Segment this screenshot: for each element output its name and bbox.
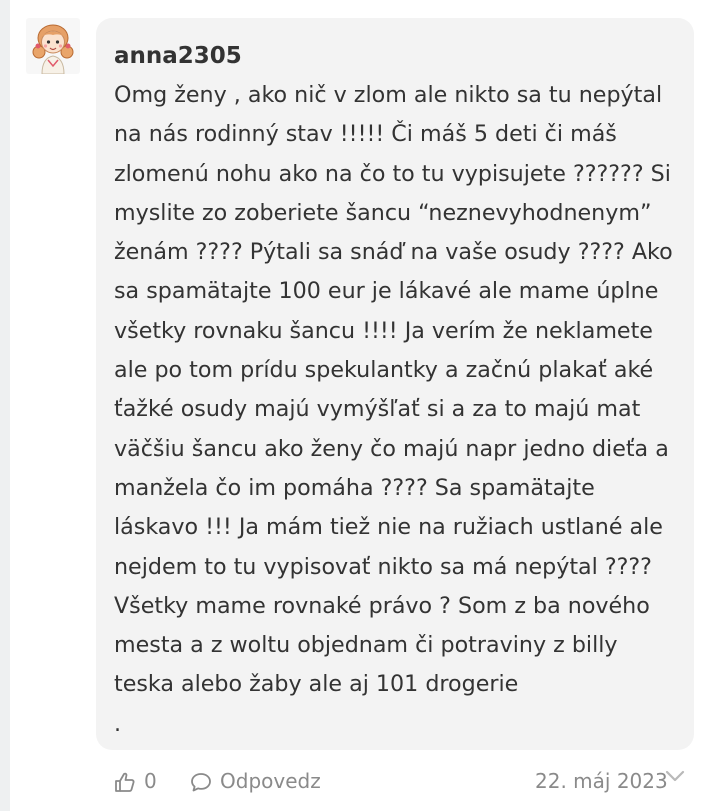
- comment-text-line: nejdem to tu vypisovať nikto sa má nepýt…: [114, 553, 652, 580]
- chevron-down-icon[interactable]: [664, 768, 686, 784]
- comment-username[interactable]: anna2305: [114, 40, 242, 72]
- comment-text-line: teska alebo žaby ale aj 101 drogerie: [114, 671, 519, 698]
- comment-text-line: väčšiu šancu ako ženy čo majú napr jedno…: [114, 435, 669, 462]
- comment-text-line: .: [114, 710, 122, 737]
- comment-text-line: láskavo !!! Ja mám tiež nie na ružiach u…: [114, 514, 663, 541]
- comment-text-line: všetky rovnaku šancu !!!! Ja verím že ne…: [114, 317, 653, 344]
- comment-text-line: Omg ženy , ako nič v zlom ale nikto sa t…: [114, 82, 663, 108]
- thumbs-up-icon[interactable]: [114, 771, 136, 793]
- speech-bubble-icon[interactable]: [190, 771, 212, 793]
- girl-avatar-icon: [32, 24, 74, 74]
- comment-text-line: manžela čo im pomáha ???? Sa spamätajte: [114, 474, 595, 501]
- comment-text-line: zlomenú nohu ako na čo to tu vypisujete …: [114, 160, 671, 187]
- comment-text: Omg ženy , ako nič v zlom ale nikto sa t…: [114, 76, 682, 744]
- comment-text-line: na nás rodinný stav !!!!! Či máš 5 deti …: [114, 121, 617, 148]
- comment-date: 22. máj 2023: [535, 769, 668, 793]
- comment-text-line: Všetky mame rovnaké právo ? Som z ba nov…: [114, 592, 650, 619]
- comment-text-line: myslite zo zoberiete šancu “neznevyhodne…: [114, 199, 652, 226]
- reply-link[interactable]: Odpovedz: [220, 768, 321, 794]
- user-avatar[interactable]: [26, 18, 80, 74]
- comment-text-line: ale po tom prídu spekulantky a začnú pla…: [114, 357, 654, 384]
- like-count: 0: [144, 769, 157, 793]
- left-border-bar: [0, 0, 10, 811]
- comment-text-line: sa spamätajte 100 eur je lákavé ale mame…: [114, 278, 659, 305]
- comment-text-line: mesta a z woltu objednam či potraviny z …: [114, 632, 618, 659]
- comment-text-line: ťažké osudy majú vymýšľať si a za to maj…: [114, 396, 641, 423]
- comment-text-line: ženám ???? Pýtali sa snáď na vaše osudy …: [114, 239, 673, 266]
